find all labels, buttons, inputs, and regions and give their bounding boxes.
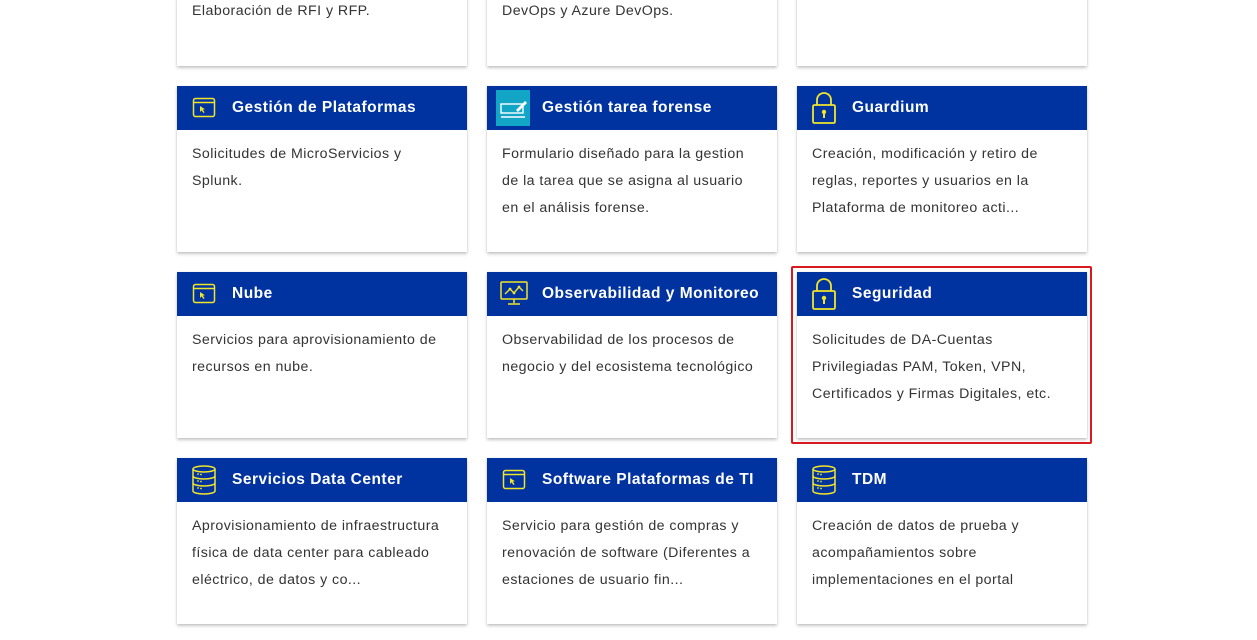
- service-card-seguridad[interactable]: Seguridad Solicitudes de DA-Cuentas Priv…: [797, 272, 1087, 438]
- card-title: Observabilidad y Monitoreo: [542, 285, 760, 302]
- service-card-gestion-plataformas[interactable]: Gestión de Plataformas Solicitudes de Mi…: [177, 86, 467, 252]
- card-description: Solicitudes de MicroServicios y Splunk.: [192, 146, 402, 189]
- card-description: Observabilidad de los procesos de negoci…: [502, 332, 754, 375]
- card-title: Gestión de Plataformas: [232, 99, 417, 116]
- service-card-tdm[interactable]: TDM Creación de datos de prueba y acompa…: [797, 458, 1087, 624]
- card-description: Creación de datos de prueba y acompañami…: [812, 518, 1020, 588]
- service-card-nube[interactable]: Nube Servicios para aprovisionamiento de…: [177, 272, 467, 438]
- card-header: Guardium: [797, 86, 1087, 130]
- database-icon: [810, 464, 838, 496]
- service-card-servicios-data-center[interactable]: Servicios Data Center Aprovisionamiento …: [177, 458, 467, 624]
- card-header: Servicios Data Center: [177, 458, 467, 502]
- card-title: Servicios Data Center: [232, 471, 403, 488]
- card-header: Seguridad: [797, 272, 1087, 316]
- browser-cursor-icon: [500, 464, 528, 496]
- card-description: Servicios para aprovisionamiento de recu…: [192, 332, 437, 375]
- card-description: Formulario diseñado para la gestion de l…: [502, 146, 745, 216]
- monitor-chart-icon: [500, 278, 528, 310]
- card-description: Aprovisionamiento de infraestructura fís…: [192, 518, 440, 588]
- forensic-form-icon: [496, 89, 530, 127]
- service-card-description: Elaboración de RFI y RFP.: [192, 3, 371, 19]
- service-card-cut-2[interactable]: DevOps y Azure DevOps.: [487, 0, 777, 66]
- browser-cursor-icon: [190, 92, 218, 124]
- card-title: Gestión tarea forense: [542, 99, 712, 116]
- card-title: Guardium: [852, 99, 930, 116]
- card-title: TDM: [852, 471, 888, 488]
- padlock-icon: [810, 89, 838, 127]
- service-card-cut-3[interactable]: [797, 0, 1087, 66]
- service-card-observabilidad[interactable]: Observabilidad y Monitoreo Observabilida…: [487, 272, 777, 438]
- card-title: Seguridad: [852, 285, 933, 302]
- service-card-software-plataformas[interactable]: Software Plataformas de TI Servicio para…: [487, 458, 777, 624]
- card-header: Nube: [177, 272, 467, 316]
- service-card-cut-1[interactable]: Elaboración de RFI y RFP.: [177, 0, 467, 66]
- card-description: Creación, modificación y retiro de regla…: [812, 146, 1038, 216]
- database-icon: [190, 464, 218, 496]
- card-title: Software Plataformas de TI: [542, 471, 754, 488]
- card-title: Nube: [232, 285, 273, 302]
- card-header: Observabilidad y Monitoreo: [487, 272, 777, 316]
- card-description: Servicio para gestión de compras y renov…: [502, 518, 751, 588]
- browser-cursor-icon: [190, 278, 218, 310]
- card-header: Gestión de Plataformas: [177, 86, 467, 130]
- card-header: TDM: [797, 458, 1087, 502]
- card-header: Gestión tarea forense: [487, 86, 777, 130]
- service-card-description: DevOps y Azure DevOps.: [502, 3, 674, 19]
- padlock-icon: [810, 275, 838, 313]
- card-description: Solicitudes de DA-Cuentas Privilegiadas …: [812, 332, 1051, 402]
- card-header: Software Plataformas de TI: [487, 458, 777, 502]
- service-card-gestion-tarea-forense[interactable]: Gestión tarea forense Formulario diseñad…: [487, 86, 777, 252]
- service-card-guardium[interactable]: Guardium Creación, modificación y retiro…: [797, 86, 1087, 252]
